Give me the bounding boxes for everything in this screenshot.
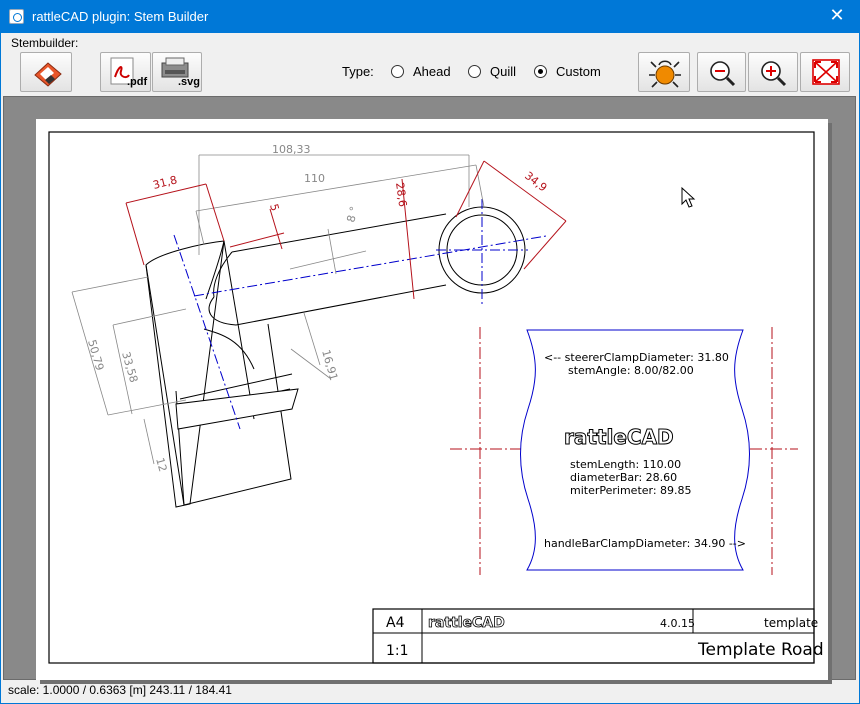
dim-286: 28,6 [393, 182, 409, 208]
dim-349: 34,9 [522, 169, 549, 194]
diameter-bar-text: diameterBar: 28.60 [570, 471, 677, 484]
titleblock-format: A4 [386, 615, 405, 631]
export-svg-button[interactable]: .svg [152, 52, 202, 92]
radio-custom[interactable] [534, 65, 547, 78]
close-button[interactable]: ✕ [814, 0, 860, 33]
titleblock-logo: rattleCAD [428, 615, 505, 631]
radio-ahead[interactable] [391, 65, 404, 78]
zoom-in-icon [761, 61, 787, 87]
titleblock-version: 4.0.15 [660, 617, 695, 630]
titleblock-name: Template Road [697, 640, 824, 660]
handlebar-clamp-text: handleBarClampDiameter: 34.90 --> [544, 537, 746, 550]
dim-318: 31,8 [152, 173, 179, 192]
fit-view-button[interactable] [800, 52, 850, 92]
dim-110: 110 [304, 172, 325, 185]
zoom-in-button[interactable] [748, 52, 798, 92]
drawing-sheet: 108,33 110 31,8 5 8 ° 28,6 34,9 50,79 33… [36, 119, 828, 680]
radio-custom-label[interactable]: Custom [556, 64, 601, 79]
window-title: rattleCAD plugin: Stem Builder [32, 9, 209, 24]
dim-108: 108,33 [272, 143, 311, 156]
stem-drawing: 108,33 110 31,8 5 8 ° 28,6 34,9 50,79 33… [48, 131, 824, 664]
zoom-out-icon [710, 61, 736, 87]
save-button[interactable] [20, 52, 72, 92]
titleblock-scale: 1:1 [386, 643, 409, 659]
debug-button[interactable] [638, 52, 690, 92]
type-label: Type: [342, 64, 374, 79]
bug-icon [649, 60, 681, 88]
radio-quill-label[interactable]: Quill [490, 64, 516, 79]
steerer-clamp-text: <-- steererClampDiameter: 31.80 [544, 351, 729, 364]
radio-quill[interactable] [468, 65, 481, 78]
dim-5079: 50,79 [85, 338, 106, 372]
app-icon [9, 9, 24, 24]
dim-12: 12 [153, 456, 169, 473]
dim-1691: 16,91 [319, 348, 340, 382]
stem-length-text: stemLength: 110.00 [570, 458, 681, 471]
fit-view-icon [812, 59, 840, 85]
zoom-out-button[interactable] [697, 52, 746, 92]
pdf-label: .pdf [127, 76, 148, 88]
drawing-canvas[interactable]: 108,33 110 31,8 5 8 ° 28,6 34,9 50,79 33… [3, 96, 856, 680]
floppy-icon [34, 62, 62, 87]
mouse-cursor-icon [681, 186, 696, 208]
svg-label: .svg [178, 76, 201, 88]
stembuilder-group-label: Stembuilder: [11, 36, 79, 50]
stem-angle-text: stemAngle: 8.00/82.00 [568, 364, 694, 377]
info-logo: rattleCAD [564, 425, 674, 449]
dim-8deg: 8 ° [344, 205, 361, 224]
export-pdf-button[interactable]: .pdf [100, 52, 151, 92]
info-panel: <-- steererClampDiameter: 31.80 stemAngl… [450, 327, 798, 575]
stem-outline [145, 206, 526, 508]
title-bar: rattleCAD plugin: Stem Builder ✕ [0, 0, 860, 33]
dim-5: 5 [267, 202, 281, 212]
titleblock-template: template [764, 616, 818, 630]
title-block: A4 rattleCAD 4.0.15 template 1:1 Templat… [372, 608, 824, 664]
radio-ahead-label[interactable]: Ahead [413, 64, 451, 79]
miter-perimeter-text: miterPerimeter: 89.85 [570, 484, 692, 497]
status-bar: scale: 1.0000 / 0.6363 [m] 243.11 / 184.… [8, 683, 232, 697]
